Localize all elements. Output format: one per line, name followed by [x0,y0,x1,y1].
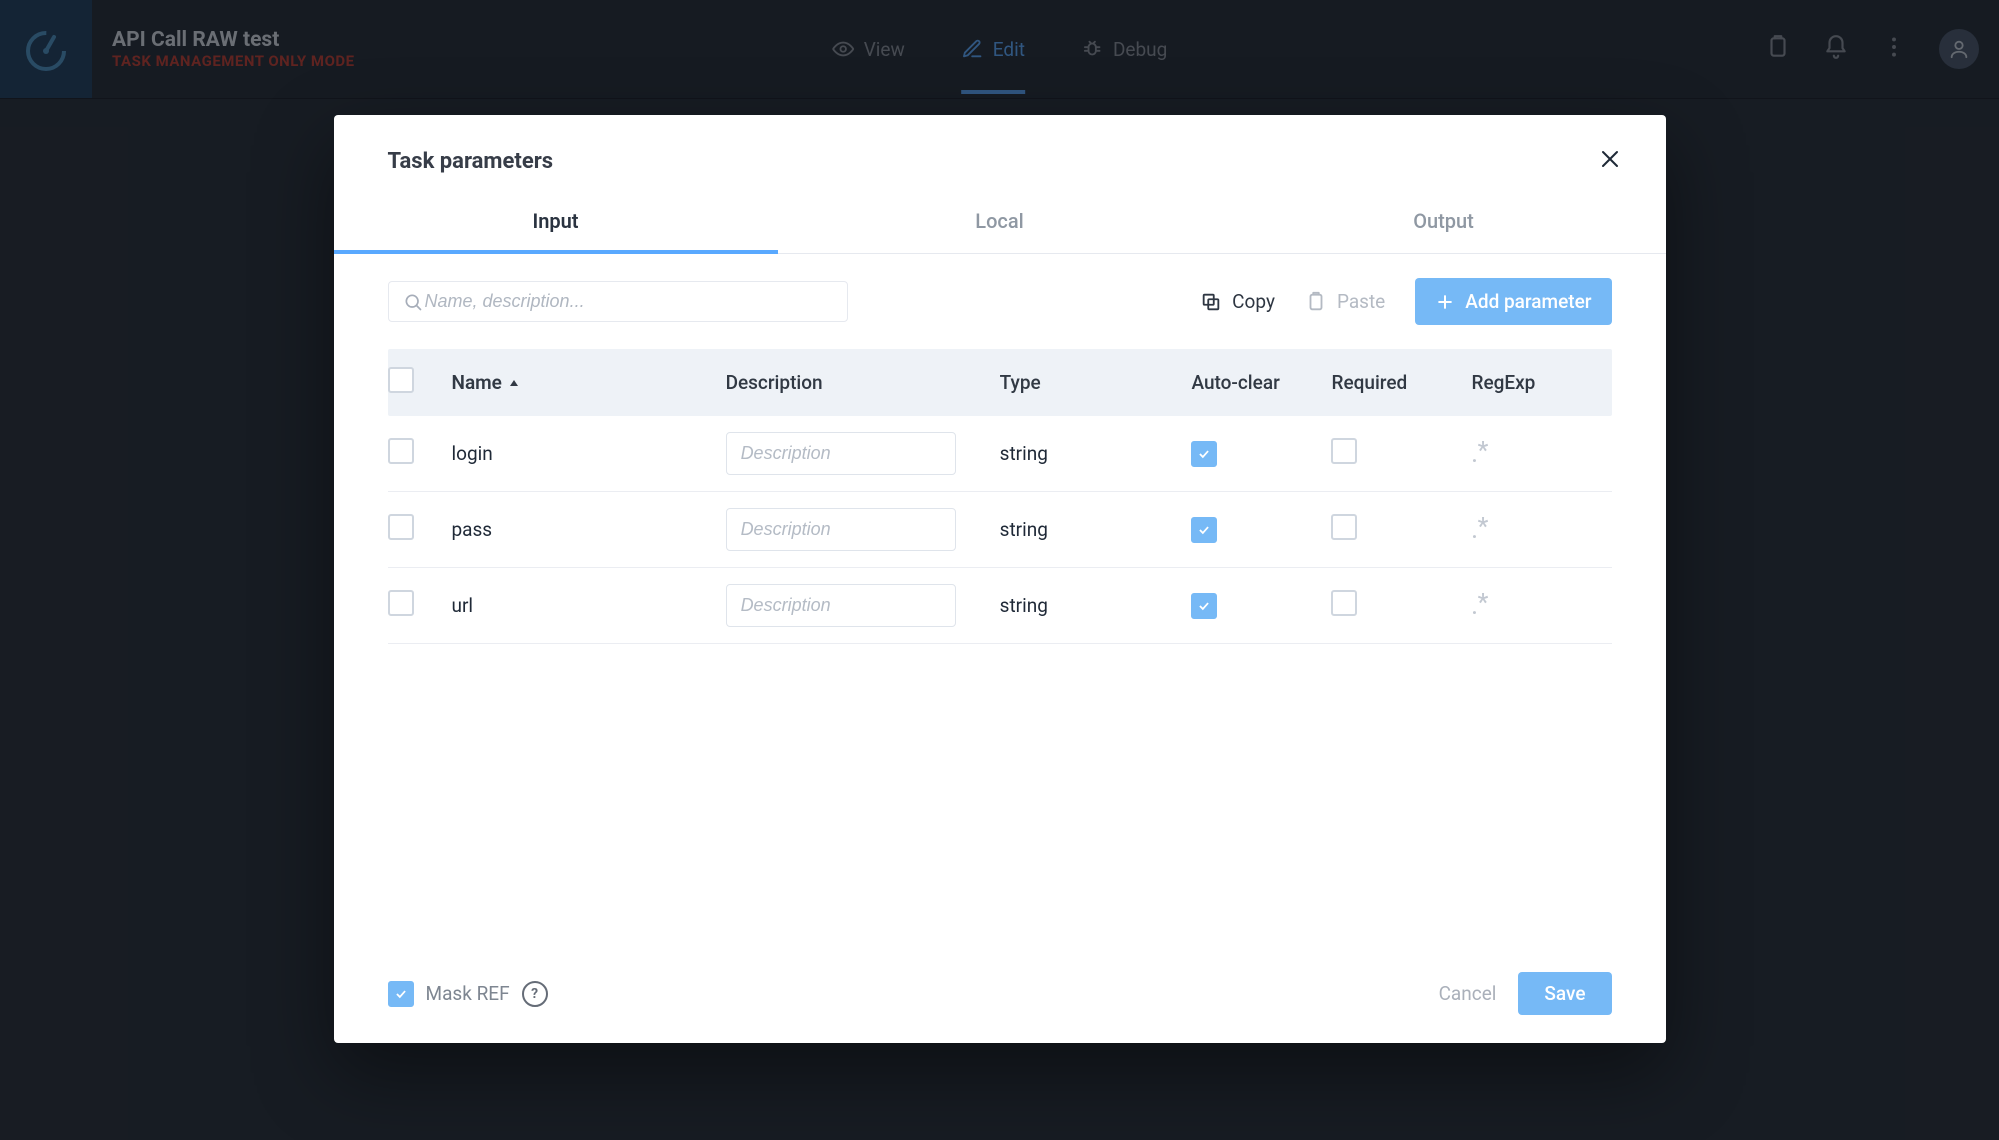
description-input[interactable] [726,508,956,551]
col-type[interactable]: Type [1000,371,1192,394]
task-parameters-modal: Task parameters Input Local Output Copy … [334,115,1666,1043]
add-parameter-label: Add parameter [1465,290,1591,313]
mask-ref-wrap: Mask REF ? [388,981,548,1007]
col-required[interactable]: Required [1331,371,1471,394]
autoclear-checkbox[interactable] [1191,517,1217,543]
copy-label: Copy [1232,290,1275,313]
add-parameter-button[interactable]: Add parameter [1415,278,1611,325]
modal-toolbar: Copy Paste Add parameter [334,254,1666,349]
description-input[interactable] [726,432,956,475]
autoclear-checkbox[interactable] [1191,593,1217,619]
col-name[interactable]: Name [452,371,726,394]
mask-ref-checkbox[interactable] [388,981,414,1007]
search-box[interactable] [388,281,848,322]
cell-type: string [1000,518,1192,541]
mask-ref-label: Mask REF [426,982,510,1005]
sort-asc-icon [508,377,520,389]
copy-icon [1200,291,1222,313]
save-button[interactable]: Save [1518,972,1611,1015]
modal-footer: Mask REF ? Cancel Save [334,954,1666,1043]
description-input[interactable] [726,584,956,627]
plus-icon [1435,292,1455,312]
cell-name: url [452,594,726,617]
cell-type: string [1000,594,1192,617]
cell-regexp: .* [1471,440,1611,468]
paste-button[interactable]: Paste [1305,290,1385,313]
row-checkbox[interactable] [388,438,414,464]
cell-regexp: .* [1471,516,1611,544]
search-icon [403,292,423,312]
help-icon[interactable]: ? [522,981,548,1007]
parameters-table: Name Description Type Auto-clear Require… [334,349,1666,644]
copy-button[interactable]: Copy [1200,290,1275,313]
cancel-button[interactable]: Cancel [1417,972,1519,1015]
modal-tabs: Input Local Output [334,197,1666,254]
modal-header: Task parameters [334,115,1666,197]
search-input[interactable] [423,290,833,313]
table-row: pass string .* [388,492,1612,568]
col-regexp[interactable]: RegExp [1471,371,1611,394]
row-checkbox[interactable] [388,590,414,616]
tab-local[interactable]: Local [778,197,1222,253]
close-button[interactable] [1594,143,1626,179]
table-header-row: Name Description Type Auto-clear Require… [388,349,1612,416]
modal-title: Task parameters [388,149,554,174]
select-all-checkbox[interactable] [388,367,414,393]
cell-type: string [1000,442,1192,465]
cell-regexp: .* [1471,592,1611,620]
close-icon [1598,147,1622,171]
table-row: url string .* [388,568,1612,644]
paste-icon [1305,291,1327,313]
col-autoclear[interactable]: Auto-clear [1191,371,1331,394]
autoclear-checkbox[interactable] [1191,441,1217,467]
cell-name: login [452,442,726,465]
required-checkbox[interactable] [1331,438,1357,464]
tab-input[interactable]: Input [334,197,778,253]
col-description[interactable]: Description [726,371,1000,394]
tab-output[interactable]: Output [1222,197,1666,253]
required-checkbox[interactable] [1331,590,1357,616]
table-row: login string .* [388,416,1612,492]
paste-label: Paste [1337,290,1385,313]
row-checkbox[interactable] [388,514,414,540]
required-checkbox[interactable] [1331,514,1357,540]
cell-name: pass [452,518,726,541]
